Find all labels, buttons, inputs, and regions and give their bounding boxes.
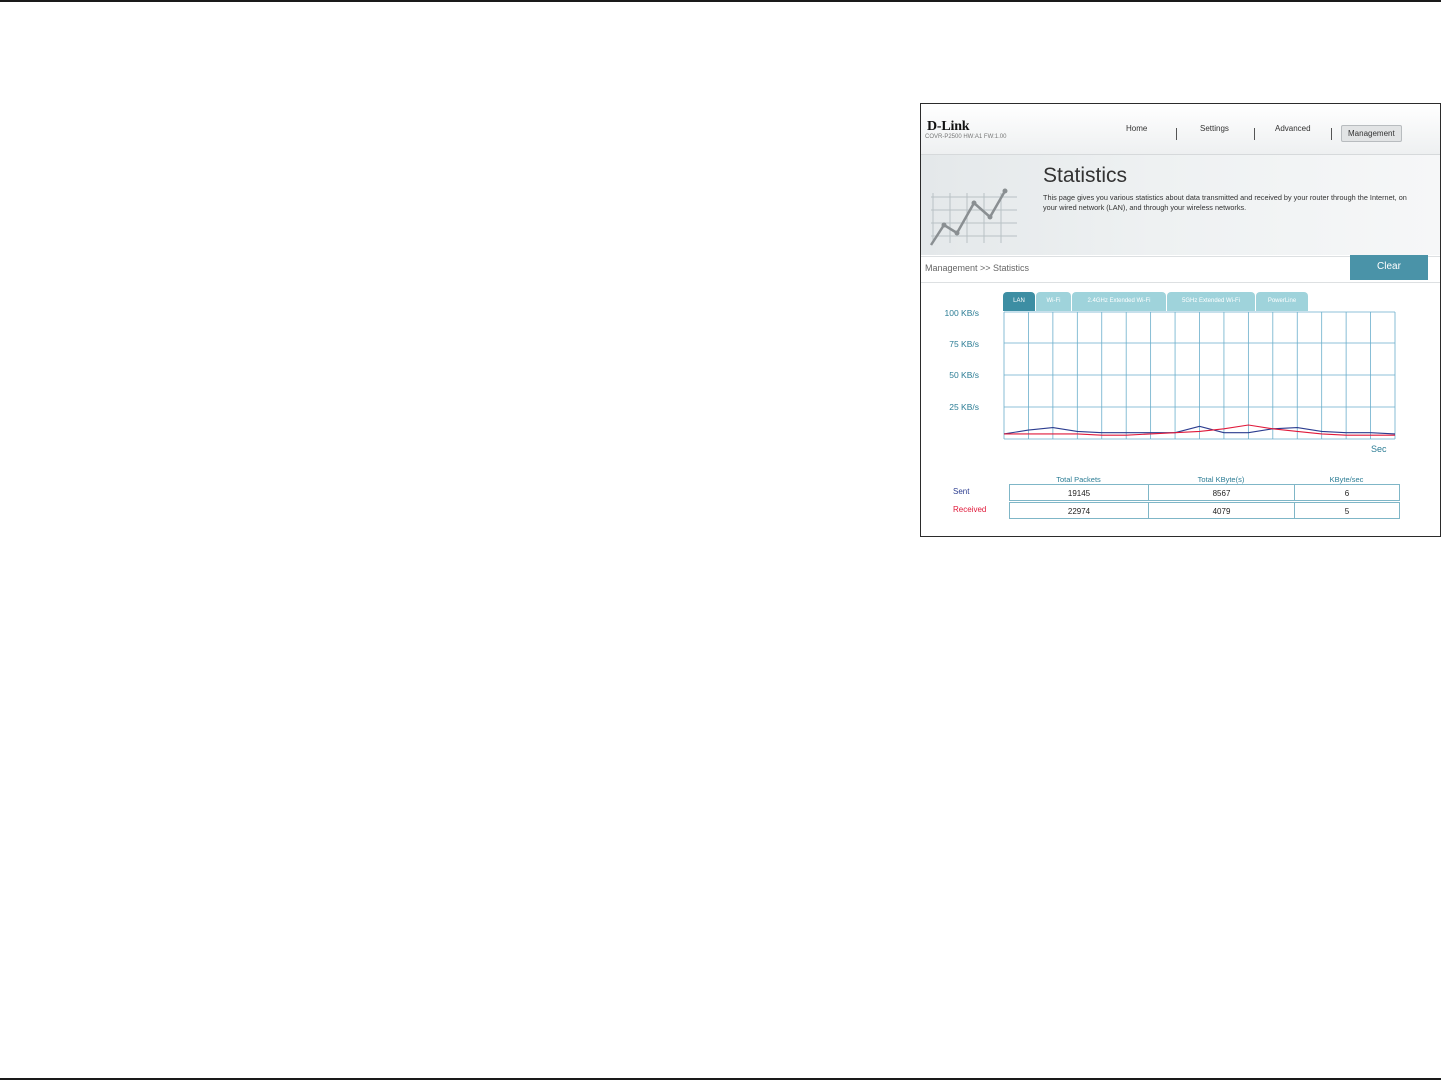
tab-wifi[interactable]: Wi-Fi — [1036, 292, 1071, 311]
column-header-total-kbytes: Total KByte(s) — [1197, 475, 1245, 484]
row-label-received: Received — [953, 505, 987, 514]
page-description: This page gives you various statistics a… — [1043, 193, 1407, 212]
page-title: Statistics — [1043, 164, 1128, 187]
router-statistics-screenshot: D-Link COVR-P2500 HW:A1 FW:1.00 Home Set… — [920, 103, 1441, 537]
page-top-rule — [0, 0, 1441, 2]
traffic-graph — [1003, 311, 1396, 440]
clear-button[interactable]: Clear — [1350, 255, 1428, 280]
y-tick-label: 100 KB/s — [944, 308, 980, 318]
sent-total-packets: 19145 — [1009, 484, 1149, 501]
nav-divider — [1254, 128, 1255, 140]
y-tick-label: 25 KB/s — [949, 402, 979, 412]
x-axis-unit: Sec — [1371, 444, 1387, 454]
tab-lan[interactable]: LAN — [1003, 292, 1035, 311]
breadcrumb: Management >> Statistics — [925, 263, 1030, 273]
page-banner: Statistics This page gives you various s… — [921, 155, 1440, 255]
top-header: D-Link COVR-P2500 HW:A1 FW:1.00 Home Set… — [921, 104, 1440, 155]
statistics-chart-icon — [929, 188, 1017, 246]
received-total-kbytes: 4079 — [1148, 502, 1295, 519]
sent-kbyte-sec: 6 — [1294, 484, 1400, 501]
sent-total-kbytes: 8567 — [1148, 484, 1295, 501]
dlink-logo: D-Link — [927, 119, 970, 134]
row-label-sent: Sent — [953, 487, 970, 496]
nav-settings[interactable]: Settings — [1200, 124, 1229, 133]
nav-advanced[interactable]: Advanced — [1275, 124, 1311, 133]
nav-divider — [1331, 128, 1332, 140]
y-tick-label: 75 KB/s — [949, 339, 979, 349]
nav-home[interactable]: Home — [1126, 124, 1147, 133]
nav-management[interactable]: Management — [1341, 125, 1402, 142]
y-tick-label: 50 KB/s — [949, 370, 979, 380]
tab-powerline[interactable]: PowerLine — [1256, 292, 1308, 311]
received-total-packets: 22974 — [1009, 502, 1149, 519]
page-bottom-rule — [0, 1078, 1441, 1080]
nav-divider — [1176, 128, 1177, 140]
tab-2-4ghz-extended-wifi[interactable]: 2.4GHz Extended Wi-Fi — [1072, 292, 1166, 311]
tab-5ghz-extended-wifi[interactable]: 5GHz Extended Wi-Fi — [1167, 292, 1255, 311]
model-info: COVR-P2500 HW:A1 FW:1.00 — [925, 134, 1007, 140]
column-header-kbyte-sec: KByte/sec — [1329, 475, 1364, 484]
column-header-total-packets: Total Packets — [1056, 475, 1101, 484]
received-kbyte-sec: 5 — [1294, 502, 1400, 519]
